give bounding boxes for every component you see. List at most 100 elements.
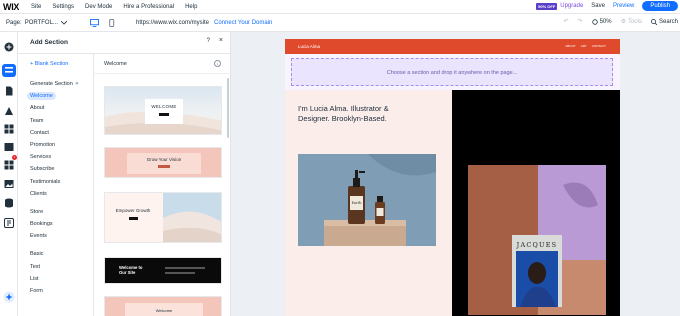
menu-dev-mode[interactable]: Dev Mode [85, 4, 112, 10]
preset-button [158, 165, 170, 168]
site-nav-art[interactable]: ART [581, 44, 587, 48]
category-clients[interactable]: Clients [18, 188, 93, 200]
help-icon[interactable]: ? [207, 38, 210, 44]
category-promotion[interactable]: Promotion [18, 139, 93, 151]
preset-button [128, 217, 138, 220]
welcome-preset-3[interactable]: Empower Growth [104, 192, 222, 243]
hero-title: I'm Lucia Alma. Illustrator & Designer. … [298, 104, 389, 123]
site-page: Lucia Alma ABOUT ART CONTACT Choose a se… [285, 39, 620, 316]
zoom-icon [591, 18, 598, 25]
save-button[interactable]: Save [591, 3, 605, 9]
close-icon[interactable]: × [219, 37, 223, 44]
connect-domain-link[interactable]: Connect Your Domain [214, 20, 272, 26]
category-label: Basic [30, 251, 44, 258]
blank-section-link[interactable]: + Blank Section [30, 61, 93, 67]
category-generate-section[interactable]: Generate Section ✧ [18, 78, 93, 90]
site-nav-contact[interactable]: CONTACT [592, 44, 606, 48]
bottle-label: Earth [352, 201, 363, 205]
menu-hire-professional[interactable]: Hire a Professional [123, 4, 174, 10]
upgrade-link[interactable]: Upgrade [560, 3, 583, 9]
sale-badge: 50% OFF [536, 2, 558, 10]
category-bookings[interactable]: Bookings [18, 218, 93, 230]
tools-button[interactable]: ⚙ Tools [621, 18, 642, 26]
category-subscribe[interactable]: Subscribe [18, 163, 93, 175]
panel-header: Add Section ? × [18, 32, 230, 54]
category-label: Text [30, 263, 41, 270]
add-section-panel: Add Section ? × + Blank Section Generate… [18, 32, 231, 316]
pages-icon[interactable] [4, 86, 14, 96]
category-label: Clients [30, 190, 47, 197]
business-icon[interactable] [4, 142, 14, 152]
category-welcome[interactable]: Welcome [18, 90, 93, 102]
category-text[interactable]: Text [18, 261, 93, 273]
top-actions: 50% OFF Upgrade Save Preview Publish [536, 1, 678, 11]
preset-title: Empower Growth [115, 208, 151, 213]
presets-header: Welcome i [94, 54, 231, 74]
info-icon[interactable]: i [214, 60, 221, 67]
apps-icon[interactable] [4, 124, 14, 134]
category-label: Services [30, 154, 52, 161]
category-list[interactable]: List [18, 273, 93, 285]
search-button[interactable]: Search [651, 19, 678, 25]
search-label: Search [658, 18, 678, 25]
editor-toolbar: Page: PORTFOL... https://www.wix.com/mys… [0, 14, 680, 32]
category-label: Testimonials [30, 178, 61, 185]
sparkle-icon: ✧ [74, 81, 80, 88]
zoom-control[interactable]: 50% [591, 18, 612, 25]
category-events[interactable]: Events [18, 230, 93, 242]
category-label: Events [30, 233, 47, 240]
menu-site[interactable]: Site [31, 4, 41, 10]
wix-logo[interactable]: WIX [3, 2, 31, 12]
page-selector[interactable]: Page: PORTFOL... [6, 20, 84, 26]
media-icon[interactable] [4, 179, 14, 189]
add-section-icon[interactable] [4, 65, 14, 75]
cms-icon[interactable] [4, 198, 14, 208]
top-menu-bar: WIX Site Settings Dev Mode Hire a Profes… [0, 0, 680, 14]
panel-title: Add Section [30, 39, 68, 46]
category-services[interactable]: Services [18, 151, 93, 163]
category-testimonials[interactable]: Testimonials [18, 176, 93, 188]
mobile-icon[interactable] [107, 18, 116, 27]
category-basic[interactable]: Basic [18, 248, 93, 260]
undo-icon[interactable]: ↶ [564, 18, 569, 25]
category-label: List [30, 275, 39, 282]
welcome-preset-1[interactable]: WELCOME [104, 86, 222, 135]
preset-card: Grow Your Vision [127, 153, 201, 174]
preset-text-lines [165, 267, 205, 269]
editor-canvas[interactable]: Lucia Alma ABOUT ART CONTACT Choose a se… [231, 32, 680, 316]
category-store[interactable]: Store [18, 206, 93, 218]
page-value: PORTFOL... [24, 19, 58, 26]
site-header[interactable]: Lucia Alma ABOUT ART CONTACT [285, 39, 620, 54]
preset-text-block: Empower Growth [113, 208, 153, 220]
ai-assistant-icon[interactable] [3, 291, 15, 303]
product-photo: Earth [298, 154, 436, 246]
menu-help[interactable]: Help [185, 4, 197, 10]
hero-right[interactable]: JACQUES [452, 90, 620, 316]
add-elements-icon[interactable] [4, 42, 14, 52]
search-icon [651, 18, 657, 25]
category-about[interactable]: About [18, 102, 93, 114]
desktop-icon[interactable] [90, 18, 99, 27]
category-team[interactable]: Team [18, 115, 93, 127]
section-dropzone[interactable]: Choose a section and drop it anywhere on… [285, 54, 620, 90]
category-form[interactable]: Form [18, 285, 93, 297]
layers-icon[interactable] [4, 218, 14, 228]
site-nav-about[interactable]: ABOUT [565, 44, 575, 48]
category-contact[interactable]: Contact [18, 127, 93, 139]
hero-left[interactable]: I'm Lucia Alma. Illustrator & Designer. … [285, 90, 452, 316]
publish-button[interactable]: Publish [642, 1, 678, 11]
welcome-preset-2[interactable]: Grow Your Vision [104, 147, 222, 178]
welcome-preset-4[interactable]: Welcome to Our Site [104, 257, 222, 284]
preview-button[interactable]: Preview [613, 3, 634, 9]
menu-settings[interactable]: Settings [52, 4, 74, 10]
welcome-preset-5[interactable]: Welcome [104, 296, 222, 316]
design-icon[interactable] [4, 106, 14, 116]
marketing-icon[interactable] [4, 160, 14, 170]
category-label: Welcome [27, 92, 56, 101]
magazine-photo: JACQUES [468, 165, 606, 315]
presets-scrollbar[interactable] [227, 78, 229, 138]
category-label: Bookings [30, 221, 53, 228]
toolbar-right: ↶ ↷ 50% ⚙ Tools Search [564, 18, 679, 26]
redo-icon[interactable]: ↷ [578, 18, 583, 25]
category-label: Store [30, 208, 44, 215]
